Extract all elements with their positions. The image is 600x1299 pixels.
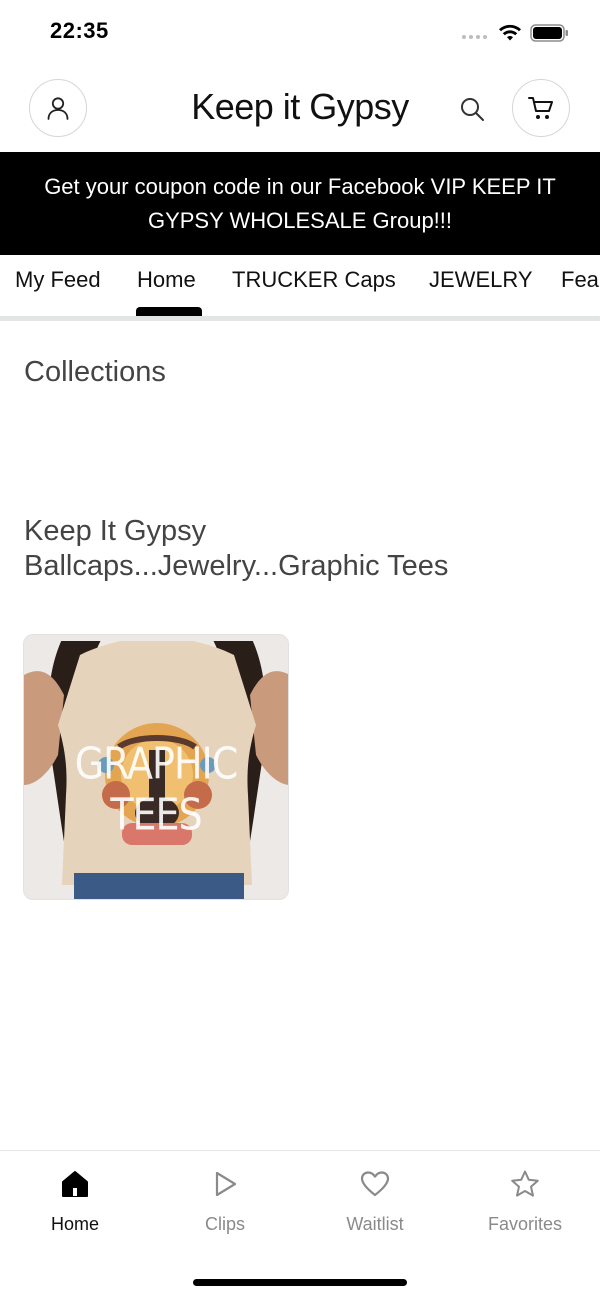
tab-jewelry[interactable]: JEWELRY xyxy=(429,267,533,293)
tab-my-feed[interactable]: My Feed xyxy=(15,267,101,293)
graphic-tees-collection-card[interactable]: GRAPHIC TEES xyxy=(23,634,289,900)
bottom-nav: Home Clips Waitlist Favorites xyxy=(0,1150,600,1299)
nav-item-home[interactable]: Home xyxy=(0,1151,150,1251)
category-tab-bar[interactable]: My Feed Home TRUCKER Caps JEWELRY Fea xyxy=(0,255,600,321)
app-header: Keep it Gypsy xyxy=(0,66,600,152)
nav-item-waitlist[interactable]: Waitlist xyxy=(300,1151,450,1251)
nav-label-home: Home xyxy=(50,1214,99,1234)
status-time: 22:35 xyxy=(50,18,109,43)
home-indicator xyxy=(193,1279,407,1286)
search-button[interactable] xyxy=(455,92,489,126)
promo-banner[interactable]: Get your coupon code in our Facebook VIP… xyxy=(0,152,600,255)
nav-label-favorites: Favorites xyxy=(487,1214,563,1234)
cart-icon xyxy=(528,97,553,119)
store-title: Keep it Gypsy xyxy=(191,86,409,127)
collection-heading-line2: Ballcaps...Jewelry...Graphic Tees xyxy=(24,550,449,582)
search-icon xyxy=(461,98,484,121)
play-icon xyxy=(215,1171,237,1197)
battery-icon xyxy=(530,24,568,42)
collection-heading: Keep It Gypsy Ballcaps...Jewelry...Graph… xyxy=(24,514,448,584)
promo-banner-text: Get your coupon code in our Facebook VIP… xyxy=(44,173,556,233)
star-icon xyxy=(511,1170,539,1197)
app-screen: 22:35 Keep it Gypsy Get your coupon code… xyxy=(0,0,600,1299)
nav-item-favorites[interactable]: Favorites xyxy=(450,1151,600,1251)
collections-title: Collections xyxy=(24,356,166,388)
heart-icon xyxy=(360,1171,390,1197)
active-tab-indicator xyxy=(136,307,202,316)
nav-label-waitlist: Waitlist xyxy=(346,1214,404,1234)
tab-featured[interactable]: Fea xyxy=(561,267,599,293)
user-icon xyxy=(47,97,69,120)
cart-button[interactable] xyxy=(512,79,570,137)
home-icon xyxy=(62,1171,88,1197)
nav-label-clips: Clips xyxy=(204,1214,245,1234)
status-bar: 22:35 xyxy=(0,0,600,66)
wifi-icon xyxy=(499,24,521,41)
cellular-signal-icon xyxy=(462,35,487,39)
account-button[interactable] xyxy=(29,79,87,137)
nav-item-clips[interactable]: Clips xyxy=(150,1151,300,1251)
collection-heading-line1: Keep It Gypsy xyxy=(24,515,207,547)
tab-home[interactable]: Home xyxy=(137,267,196,293)
tab-trucker-caps[interactable]: TRUCKER Caps xyxy=(232,267,396,293)
collection-card-label: GRAPHIC TEES xyxy=(74,738,239,840)
